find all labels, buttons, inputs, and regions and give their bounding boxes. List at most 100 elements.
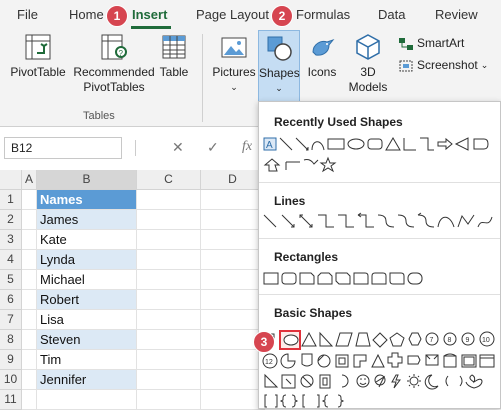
row-header[interactable]: 7 bbox=[0, 310, 22, 330]
tab-insert[interactable]: Insert bbox=[132, 7, 167, 22]
basic-shapes-row-1: 7 8 9 10 bbox=[262, 330, 498, 350]
recommended-pivottables-button[interactable]: ? Recommended PivotTables bbox=[70, 30, 158, 95]
shapes-button[interactable]: Shapes ⌄ bbox=[258, 30, 300, 102]
table-cell[interactable] bbox=[201, 370, 265, 390]
table-cell[interactable] bbox=[201, 270, 265, 290]
table-cell[interactable] bbox=[137, 250, 201, 270]
name-cell[interactable]: Lynda bbox=[37, 250, 137, 270]
row-header[interactable]: 3 bbox=[0, 230, 22, 250]
pictures-chevron-icon: ⌄ bbox=[230, 82, 238, 92]
table-cell[interactable] bbox=[201, 290, 265, 310]
smartart-button[interactable]: SmartArt bbox=[398, 36, 478, 51]
table-cell[interactable] bbox=[137, 370, 201, 390]
recent-shapes-icon[interactable]: A bbox=[262, 135, 498, 155]
table-cell[interactable] bbox=[137, 190, 201, 210]
enter-icon[interactable]: ✓ bbox=[207, 139, 219, 156]
name-cell[interactable]: Tim bbox=[37, 350, 137, 370]
names-header-cell[interactable]: Names bbox=[37, 190, 137, 210]
table-cell[interactable] bbox=[22, 250, 37, 270]
table-cell[interactable] bbox=[201, 190, 265, 210]
table-cell[interactable] bbox=[22, 330, 37, 350]
column-header-c[interactable]: C bbox=[137, 170, 201, 190]
cancel-icon[interactable]: ✕ bbox=[172, 139, 184, 156]
table-cell[interactable] bbox=[137, 330, 201, 350]
name-cell[interactable]: James bbox=[37, 210, 137, 230]
row-header[interactable]: 1 bbox=[0, 190, 22, 210]
row-header[interactable]: 2 bbox=[0, 210, 22, 230]
name-cell[interactable]: Steven bbox=[37, 330, 137, 350]
tab-review[interactable]: Review bbox=[435, 7, 478, 22]
row-header[interactable]: 8 bbox=[0, 330, 22, 350]
pictures-label: Pictures bbox=[212, 65, 256, 79]
name-cell[interactable]: Robert bbox=[37, 290, 137, 310]
basic-shapes-1-icon[interactable]: 7 8 9 10 bbox=[262, 330, 498, 350]
oval-shape-icon bbox=[283, 334, 299, 346]
table-cell[interactable] bbox=[137, 210, 201, 230]
tables-group-label: Tables bbox=[83, 110, 115, 122]
table-cell[interactable] bbox=[22, 190, 37, 210]
tab-file[interactable]: File bbox=[17, 7, 38, 22]
basic-shapes-2-icon[interactable]: 12 bbox=[262, 351, 498, 371]
table-cell[interactable] bbox=[201, 390, 265, 410]
tab-formulas[interactable]: Formulas bbox=[296, 7, 350, 22]
tab-data[interactable]: Data bbox=[378, 7, 405, 22]
name-box[interactable]: B12 bbox=[4, 137, 122, 159]
table-cell[interactable] bbox=[137, 350, 201, 370]
table-cell[interactable] bbox=[201, 310, 265, 330]
table-icon bbox=[162, 35, 186, 59]
table-cell[interactable] bbox=[137, 390, 201, 410]
pictures-button[interactable]: Pictures ⌄ bbox=[212, 30, 256, 95]
basic-shapes-row-2: 12 bbox=[262, 351, 498, 371]
table-cell[interactable] bbox=[137, 230, 201, 250]
icons-button[interactable]: Icons bbox=[304, 30, 340, 80]
3d-models-button[interactable]: 3D Models bbox=[342, 30, 394, 95]
row-header[interactable]: 5 bbox=[0, 270, 22, 290]
table-cell[interactable] bbox=[201, 230, 265, 250]
row-header[interactable]: 6 bbox=[0, 290, 22, 310]
models-label: Models bbox=[348, 80, 388, 94]
table-cell[interactable] bbox=[37, 390, 137, 410]
table-cell[interactable] bbox=[137, 290, 201, 310]
rectangles-icon[interactable] bbox=[262, 270, 498, 288]
recommended-label-1: Recommended bbox=[73, 65, 155, 79]
tab-home[interactable]: Home bbox=[69, 7, 104, 22]
column-header-b[interactable]: B bbox=[37, 170, 137, 190]
table-cell[interactable] bbox=[137, 270, 201, 290]
basic-shapes-3-icon[interactable] bbox=[262, 372, 498, 392]
name-cell[interactable]: Jennifer bbox=[37, 370, 137, 390]
name-cell[interactable]: Kate bbox=[37, 230, 137, 250]
tab-page-layout[interactable]: Page Layout bbox=[196, 7, 269, 22]
table-cell[interactable] bbox=[22, 210, 37, 230]
basic-shapes-4-icon[interactable] bbox=[262, 393, 498, 409]
table-cell[interactable] bbox=[22, 370, 37, 390]
lines-icon[interactable] bbox=[262, 212, 498, 232]
table-cell[interactable] bbox=[22, 230, 37, 250]
table-cell[interactable] bbox=[22, 390, 37, 410]
recent-shapes-2-icon[interactable] bbox=[262, 156, 382, 174]
table-cell[interactable] bbox=[201, 250, 265, 270]
lines-row bbox=[262, 212, 498, 232]
svg-text:10: 10 bbox=[482, 337, 490, 344]
basic-shapes-row-4 bbox=[262, 393, 498, 409]
screenshot-button[interactable]: Screenshot ⌄ bbox=[398, 58, 498, 73]
row-header[interactable]: 10 bbox=[0, 370, 22, 390]
table-cell[interactable] bbox=[22, 310, 37, 330]
table-cell[interactable] bbox=[22, 270, 37, 290]
row-header[interactable]: 11 bbox=[0, 390, 22, 410]
row-header[interactable]: 4 bbox=[0, 250, 22, 270]
select-all-corner[interactable] bbox=[0, 170, 22, 190]
active-tab-underline bbox=[131, 26, 171, 29]
table-cell[interactable] bbox=[201, 350, 265, 370]
table-cell[interactable] bbox=[22, 290, 37, 310]
column-header-d[interactable]: D bbox=[201, 170, 265, 190]
table-cell[interactable] bbox=[22, 350, 37, 370]
table-button[interactable]: Table bbox=[156, 30, 192, 80]
table-cell[interactable] bbox=[137, 310, 201, 330]
column-header-a[interactable]: A bbox=[22, 170, 37, 190]
row-header[interactable]: 9 bbox=[0, 350, 22, 370]
name-cell[interactable]: Lisa bbox=[37, 310, 137, 330]
name-cell[interactable]: Michael bbox=[37, 270, 137, 290]
table-cell[interactable] bbox=[201, 210, 265, 230]
pivottable-button[interactable]: PivotTable bbox=[8, 30, 68, 80]
function-icon[interactable]: fx bbox=[242, 139, 252, 155]
